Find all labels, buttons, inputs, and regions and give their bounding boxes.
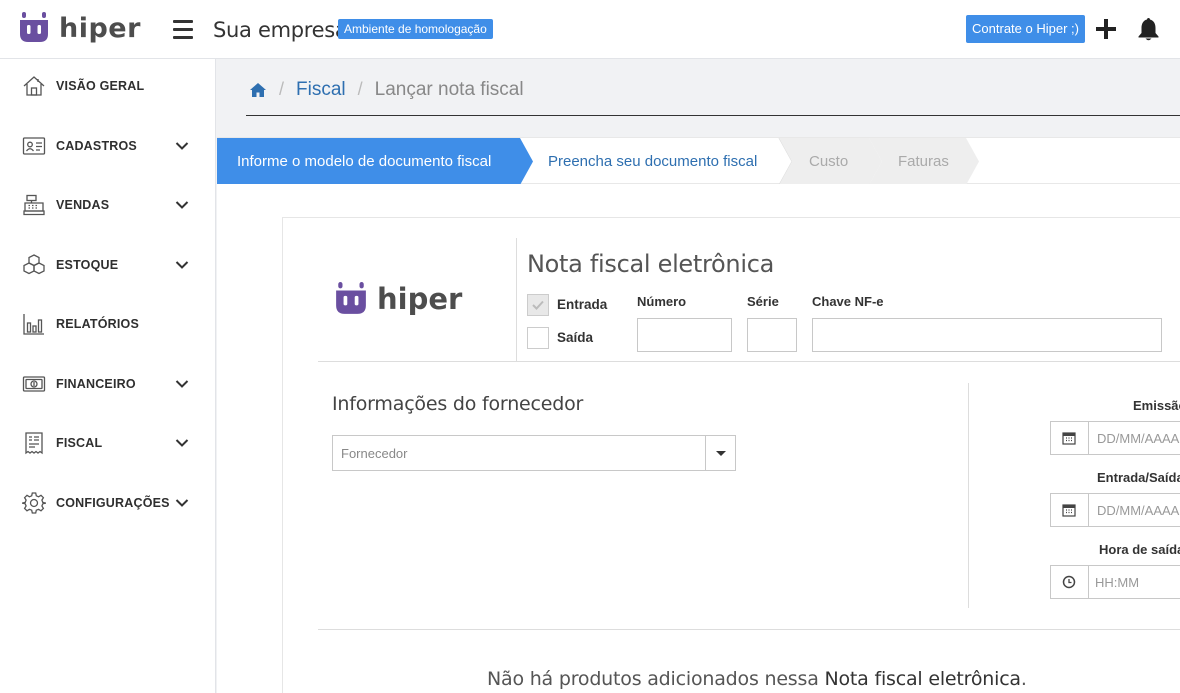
supplier-select[interactable]: Fornecedor	[332, 435, 736, 471]
step-modelo-documento[interactable]: Informe o modelo de documento fiscal	[217, 138, 533, 185]
calendar-icon	[1062, 504, 1076, 517]
empty-products-message: Não há produtos adicionados nessa Nota f…	[487, 668, 1027, 690]
chevron-down-icon	[175, 380, 189, 388]
chave-nfe-label: Chave NF-e	[812, 294, 884, 309]
home-icon[interactable]	[249, 82, 267, 98]
saida-checkbox[interactable]	[527, 327, 549, 349]
caret-down-icon	[716, 451, 726, 456]
empty-message-doc: Nota fiscal eletrônica	[824, 668, 1022, 690]
step-preencha-documento[interactable]: Preencha seu documento fiscal	[533, 138, 793, 185]
wizard-stepper: Informe o modelo de documento fiscal Pre…	[217, 137, 1180, 185]
sidebar-item-configuracoes[interactable]: CONFIGURAÇÕES	[0, 483, 216, 523]
emissao-placeholder: DD/MM/AAAA	[1097, 431, 1180, 446]
divider	[516, 238, 517, 361]
menu-toggle-icon[interactable]	[173, 20, 193, 39]
sidebar-item-label: VISÃO GERAL	[56, 79, 145, 93]
entrada-saida-placeholder: DD/MM/AAAA	[1097, 503, 1180, 518]
dropdown-toggle[interactable]	[705, 436, 735, 470]
breadcrumb-fiscal-link[interactable]: Fiscal	[296, 79, 346, 101]
id-card-icon	[22, 137, 46, 155]
serie-label: Série	[747, 294, 779, 309]
step-label: Faturas	[898, 153, 949, 170]
clock-addon[interactable]	[1051, 566, 1089, 598]
sidebar-item-relatorios[interactable]: RELATÓRIOS	[0, 304, 216, 344]
sidebar-item-label: ESTOQUE	[56, 258, 119, 272]
environment-badge: Ambiente de homologação	[338, 19, 493, 39]
sidebar-item-financeiro[interactable]: FINANCEIRO	[0, 364, 216, 404]
divider	[968, 383, 969, 608]
sidebar: VISÃO GERAL CADASTROS VENDAS ESTOQUE REL…	[0, 59, 216, 693]
gear-icon	[22, 492, 46, 514]
home-icon	[23, 76, 45, 96]
saida-label: Saída	[557, 330, 594, 345]
chevron-down-icon	[175, 439, 189, 447]
plus-icon[interactable]	[1096, 19, 1116, 39]
supplier-section-title: Informações do fornecedor	[332, 393, 584, 415]
receipt-icon	[25, 432, 43, 455]
contract-hiper-button[interactable]: Contrate o Hiper ;)	[966, 15, 1085, 43]
sidebar-item-label: VENDAS	[56, 198, 110, 212]
sidebar-item-visao-geral[interactable]: VISÃO GERAL	[0, 66, 216, 106]
logo-text: hiper	[377, 282, 463, 316]
emissao-label: Emissão	[1133, 398, 1180, 413]
sidebar-item-label: RELATÓRIOS	[56, 317, 140, 331]
sidebar-item-vendas[interactable]: VENDAS	[0, 185, 216, 225]
chevron-down-icon	[175, 142, 189, 150]
calendar-icon	[1062, 432, 1076, 445]
sidebar-item-cadastros[interactable]: CADASTROS	[0, 126, 216, 166]
app-logo[interactable]: hiper	[18, 12, 141, 44]
breadcrumb-current: Lançar nota fiscal	[374, 78, 524, 100]
check-icon	[532, 300, 544, 310]
invoice-logo: hiper	[334, 282, 462, 316]
empty-message-suffix: .	[1020, 668, 1027, 690]
hora-saida-label: Hora de saída	[1099, 542, 1180, 557]
money-icon	[22, 376, 46, 392]
supplier-select-placeholder: Fornecedor	[341, 446, 408, 461]
step-faturas[interactable]: Faturas	[869, 138, 984, 185]
sidebar-item-estoque[interactable]: ESTOQUE	[0, 245, 216, 285]
entrada-saida-date-field[interactable]: DD/MM/AAAA	[1050, 493, 1180, 527]
entrada-checkbox[interactable]	[527, 294, 549, 316]
calendar-addon[interactable]	[1051, 494, 1089, 526]
numero-field[interactable]	[637, 318, 732, 352]
clock-icon	[1062, 575, 1076, 589]
serie-field[interactable]	[747, 318, 797, 352]
step-label: Informe o modelo de documento fiscal	[237, 153, 492, 170]
sidebar-item-label: CONFIGURAÇÕES	[56, 496, 170, 510]
cash-register-icon	[23, 194, 45, 216]
numero-label: Número	[637, 294, 687, 309]
logo-text: hiper	[59, 12, 141, 44]
sidebar-item-fiscal[interactable]: FISCAL	[0, 423, 216, 463]
emissao-date-field[interactable]: DD/MM/AAAA	[1050, 421, 1180, 455]
hiper-logo-icon	[336, 282, 366, 314]
divider	[318, 361, 1180, 362]
hora-saida-field[interactable]: HH:MM	[1050, 565, 1180, 599]
invoice-title: Nota fiscal eletrônica	[527, 250, 775, 278]
divider	[318, 629, 1180, 630]
chevron-down-icon	[175, 261, 189, 269]
step-label: Custo	[809, 153, 849, 170]
boxes-icon	[23, 254, 45, 275]
step-label: Preencha seu documento fiscal	[548, 153, 758, 170]
bar-chart-icon	[23, 314, 44, 335]
sidebar-item-label: FINANCEIRO	[56, 377, 136, 391]
top-header: hiper Sua empresa Ambiente de homologaçã…	[0, 0, 1180, 59]
entrada-label: Entrada	[557, 297, 608, 312]
bell-icon[interactable]	[1137, 17, 1160, 42]
hiper-logo-icon	[20, 12, 48, 42]
sidebar-item-label: CADASTROS	[56, 139, 137, 153]
chevron-down-icon	[175, 499, 189, 507]
hora-placeholder: HH:MM	[1095, 575, 1140, 590]
empty-message-prefix: Não há produtos adicionados nessa	[487, 668, 825, 690]
entrada-saida-label: Entrada/Saída	[1097, 470, 1180, 485]
calendar-addon[interactable]	[1051, 422, 1089, 454]
sidebar-item-label: FISCAL	[56, 436, 103, 450]
chave-nfe-field[interactable]	[812, 318, 1162, 352]
company-name: Sua empresa	[213, 18, 348, 42]
chevron-down-icon	[175, 201, 189, 209]
breadcrumb: / Fiscal / Lançar nota fiscal	[246, 70, 1180, 116]
